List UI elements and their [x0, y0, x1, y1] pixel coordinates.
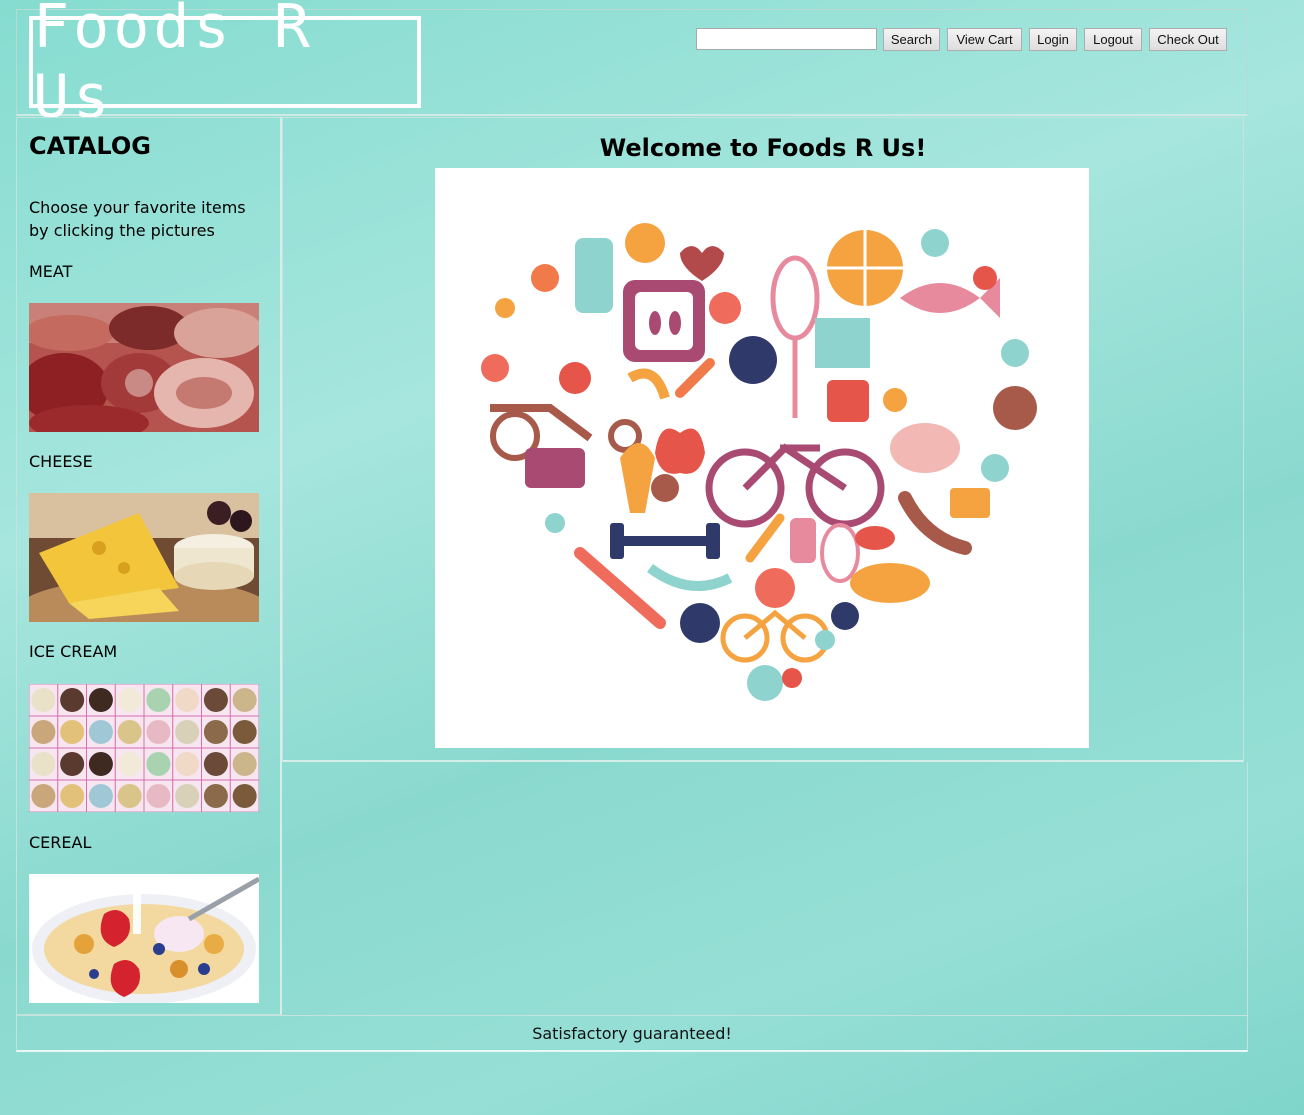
footer-text: Satisfactory guaranteed! — [532, 1023, 732, 1043]
bottle-icon — [575, 238, 613, 313]
cheese-image[interactable] — [29, 493, 259, 622]
cereal-image[interactable] — [29, 874, 259, 1003]
view-cart-button[interactable]: View Cart — [947, 28, 1022, 51]
welcome-heading: Welcome to Foods R Us! — [599, 134, 927, 162]
login-button[interactable]: Login — [1029, 28, 1077, 51]
category-label-meat: MEAT — [29, 262, 73, 281]
page: Foods R Us Search View Cart Login Logout… — [16, 0, 1248, 1052]
search-input[interactable] — [696, 28, 877, 50]
logout-button[interactable]: Logout — [1084, 28, 1142, 51]
check-out-button[interactable]: Check Out — [1149, 28, 1227, 51]
catalog-sidebar: CATALOG Choose your favorite items by cl… — [16, 117, 282, 1015]
logo: Foods R Us — [29, 0, 421, 132]
catalog-title: CATALOG — [29, 132, 151, 160]
header: Foods R Us Search View Cart Login Logout… — [16, 0, 1248, 132]
category-label-ice-cream: ICE CREAM — [29, 642, 118, 661]
search-button[interactable]: Search — [883, 28, 940, 51]
footer: Satisfactory guaranteed! — [16, 1015, 1248, 1052]
category-label-cheese: CHEESE — [29, 452, 93, 471]
ice-cream-image[interactable] — [29, 684, 259, 812]
health-heart-illustration — [435, 168, 1089, 748]
category-label-cereal: CEREAL — [29, 833, 92, 852]
content-empty-area — [282, 762, 1248, 1015]
main-content: Welcome to Foods R Us! — [282, 117, 1244, 762]
meat-image[interactable] — [29, 303, 259, 432]
catalog-intro: Choose your favorite items by clicking t… — [29, 198, 246, 240]
logo-text: Foods R Us — [33, 0, 314, 132]
